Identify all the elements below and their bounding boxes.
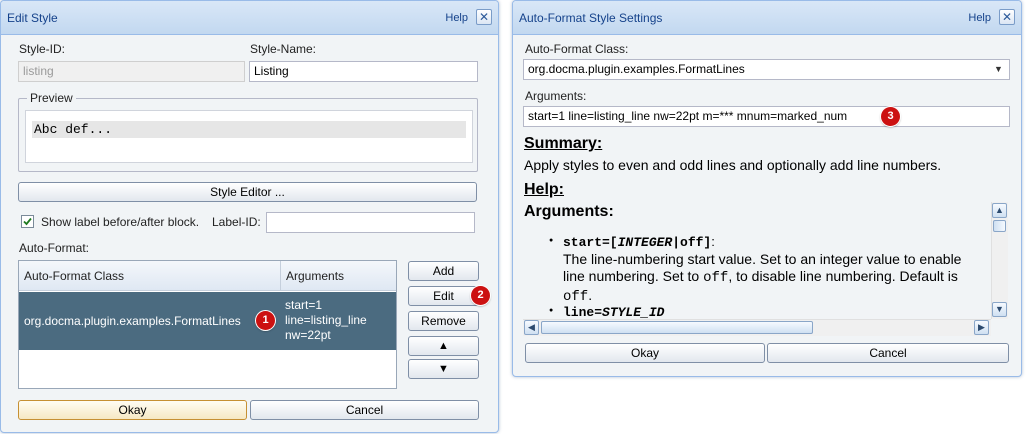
okay-button[interactable]: Okay xyxy=(525,343,765,363)
help-doc-area[interactable]: Arguments: ● start=[INTEGER|off]: The li… xyxy=(523,202,1009,335)
row-arg-line: line=listing_line xyxy=(285,313,367,327)
close-icon[interactable]: ✕ xyxy=(476,9,492,25)
summary-text: Apply styles to even and odd lines and o… xyxy=(524,157,942,173)
label-id-label: Label-ID: xyxy=(212,215,261,229)
help-link[interactable]: Help xyxy=(445,12,468,24)
bullet-icon: ● xyxy=(549,237,554,244)
vertical-scrollbar[interactable]: ▲ ▼ xyxy=(991,202,1008,319)
summary-heading: Summary: xyxy=(524,135,603,152)
scroll-thumb[interactable] xyxy=(993,220,1006,232)
edit-button[interactable]: Edit xyxy=(408,286,479,306)
preview-legend: Preview xyxy=(27,91,76,105)
arg-code-placeholder: STYLE_ID xyxy=(602,305,665,320)
style-editor-button[interactable]: Style Editor ... xyxy=(18,182,477,202)
move-down-button[interactable]: ▼ xyxy=(408,359,479,379)
auto-format-settings-dialog: Auto-Format Style Settings Help ✕ Auto-F… xyxy=(512,0,1022,377)
cancel-button[interactable]: Cancel xyxy=(767,343,1009,363)
arg-line-signature: line=STYLE_ID xyxy=(563,304,664,320)
label-id-field[interactable] xyxy=(266,212,475,233)
scroll-thumb-horizontal[interactable] xyxy=(541,321,813,334)
auto-format-titlebar[interactable]: Auto-Format Style Settings Help ✕ xyxy=(513,1,1021,35)
callout-badge-3: 3 xyxy=(881,107,900,126)
dialog-title: Edit Style xyxy=(7,11,58,25)
edit-style-titlebar[interactable]: Edit Style Help ✕ xyxy=(1,1,498,35)
arg-start-signature: start=[INTEGER|off]: xyxy=(563,234,715,250)
style-id-field: listing xyxy=(18,61,245,82)
scroll-right-icon[interactable]: ▶ xyxy=(974,320,989,335)
column-header-arguments-text: Arguments xyxy=(286,269,345,283)
arguments-input[interactable]: start=1 line=listing_line nw=22pt m=*** … xyxy=(523,106,1010,127)
preview-text: Abc def... xyxy=(32,121,466,138)
arrow-down-icon: ▼ xyxy=(438,363,449,375)
arg-code: start=[ xyxy=(563,235,618,250)
add-button[interactable]: Add xyxy=(408,261,479,281)
arguments-label: Arguments: xyxy=(525,89,587,103)
desc-code: off xyxy=(703,270,729,286)
preview-fieldset: Preview Abc def... xyxy=(18,91,478,172)
column-header-arguments[interactable]: Arguments xyxy=(280,261,396,291)
arg-start-description: The line-numbering start value. Set to a… xyxy=(563,251,983,306)
arg-code-placeholder: INTEGER xyxy=(617,235,673,250)
scroll-down-icon[interactable]: ▼ xyxy=(992,302,1007,317)
chevron-down-icon[interactable]: ▼ xyxy=(994,64,1003,74)
row-arg-line: nw=22pt xyxy=(285,328,331,342)
remove-button[interactable]: Remove xyxy=(408,311,479,331)
auto-format-class-label: Auto-Format Class: xyxy=(525,42,629,56)
auto-format-class-select[interactable]: org.docma.plugin.examples.FormatLines xyxy=(523,59,1010,80)
checkmark-icon xyxy=(23,217,32,226)
arrow-up-icon: ▲ xyxy=(438,340,449,352)
auto-format-label: Auto-Format: xyxy=(19,241,90,255)
auto-format-grid: Auto-Format Class Arguments org.docma.pl… xyxy=(18,260,397,389)
dialog-title: Auto-Format Style Settings xyxy=(519,11,663,25)
preview-box: Abc def... xyxy=(25,110,473,163)
close-icon[interactable]: ✕ xyxy=(999,9,1015,25)
callout-badge-2: 2 xyxy=(471,286,490,305)
arguments-heading: Arguments: xyxy=(524,203,614,220)
help-link[interactable]: Help xyxy=(968,12,991,24)
callout-badge-1: 1 xyxy=(256,311,275,330)
show-label-text: Show label before/after block. xyxy=(41,215,200,229)
row-class-cell: org.docma.plugin.examples.FormatLines xyxy=(24,314,241,328)
row-arg-line: start=1 xyxy=(285,298,323,312)
edit-style-dialog: Edit Style Help ✕ Style-ID: listing Styl… xyxy=(0,0,499,433)
style-name-label: Style-Name: xyxy=(250,42,317,56)
bullet-icon: ● xyxy=(549,307,554,314)
arg-code: line= xyxy=(563,305,603,320)
scroll-up-icon[interactable]: ▲ xyxy=(992,203,1007,218)
desc-text: . xyxy=(588,287,593,303)
column-header-class[interactable]: Auto-Format Class xyxy=(19,261,280,291)
column-header-class-text: Auto-Format Class xyxy=(24,269,125,283)
arg-colon: : xyxy=(711,234,715,249)
show-label-checkbox[interactable] xyxy=(21,215,34,228)
table-row[interactable]: org.docma.plugin.examples.FormatLines st… xyxy=(19,292,396,350)
help-heading: Help: xyxy=(524,181,564,198)
style-id-label: Style-ID: xyxy=(19,42,66,56)
auto-format-class-value: org.docma.plugin.examples.FormatLines xyxy=(528,62,745,76)
desc-text: , to disable line numbering. Default is xyxy=(728,268,958,284)
desc-code: off xyxy=(563,289,589,305)
horizontal-scrollbar[interactable]: ◀ ▶ xyxy=(523,319,991,336)
scroll-left-icon[interactable]: ◀ xyxy=(524,320,539,335)
cancel-button[interactable]: Cancel xyxy=(250,400,479,420)
style-name-field[interactable]: Listing xyxy=(249,61,478,82)
okay-button[interactable]: Okay xyxy=(18,400,247,420)
arg-code: |off] xyxy=(672,235,712,250)
row-arguments-cell: start=1 line=listing_line nw=22pt xyxy=(285,298,367,343)
move-up-button[interactable]: ▲ xyxy=(408,336,479,356)
